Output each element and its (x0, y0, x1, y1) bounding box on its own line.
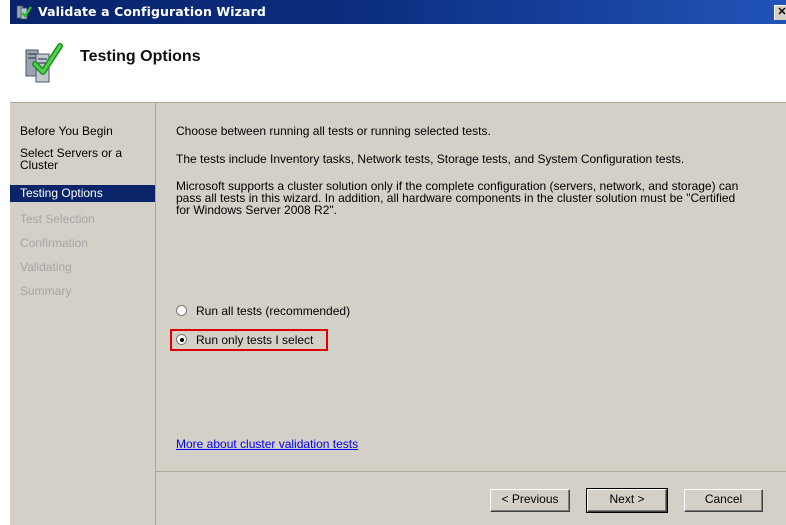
nav-item-select-servers[interactable]: Select Servers or a Cluster (10, 147, 145, 171)
window-title: Validate a Configuration Wizard (38, 4, 266, 19)
page-title: Testing Options (80, 48, 201, 65)
tests-info-text: The tests include Inventory tasks, Netwo… (176, 152, 685, 166)
main-content: Choose between running all tests or runn… (156, 103, 786, 525)
footer-separator (156, 471, 786, 472)
radio-selected-dot (179, 337, 184, 342)
run-selected-tests-label[interactable]: Run only tests I select (196, 333, 313, 347)
wizard-steps-nav: Before You Begin Select Servers or a Clu… (10, 103, 155, 525)
nav-item-before-you-begin[interactable]: Before You Begin (10, 125, 145, 137)
radio-run-all-tests[interactable] (176, 305, 187, 316)
close-button[interactable]: ✕ (774, 5, 786, 20)
next-button[interactable]: Next > (586, 488, 668, 513)
nav-item-confirmation: Confirmation (20, 236, 89, 250)
nav-item-testing-options[interactable]: Testing Options (10, 185, 155, 202)
previous-button[interactable]: < Previous (490, 489, 570, 512)
intro-text: Choose between running all tests or runn… (176, 124, 491, 138)
cluster-wizard-icon (16, 5, 32, 20)
cancel-button[interactable]: Cancel (684, 489, 763, 512)
support-text-line-3: for Windows Server 2008 R2". (176, 203, 337, 217)
wizard-window: Validate a Configuration Wizard ✕ Testin… (10, 0, 786, 525)
nav-item-test-selection: Test Selection (20, 212, 95, 226)
wizard-header: Testing Options (10, 24, 786, 103)
radio-run-selected-tests[interactable] (176, 334, 187, 345)
cluster-validation-help-link[interactable]: More about cluster validation tests (176, 437, 358, 451)
title-bar[interactable]: Validate a Configuration Wizard ✕ (10, 0, 786, 24)
validate-checkmark-icon (25, 43, 63, 83)
run-all-tests-label[interactable]: Run all tests (recommended) (196, 304, 350, 318)
nav-item-validating: Validating (20, 260, 72, 274)
nav-item-summary: Summary (20, 284, 72, 298)
